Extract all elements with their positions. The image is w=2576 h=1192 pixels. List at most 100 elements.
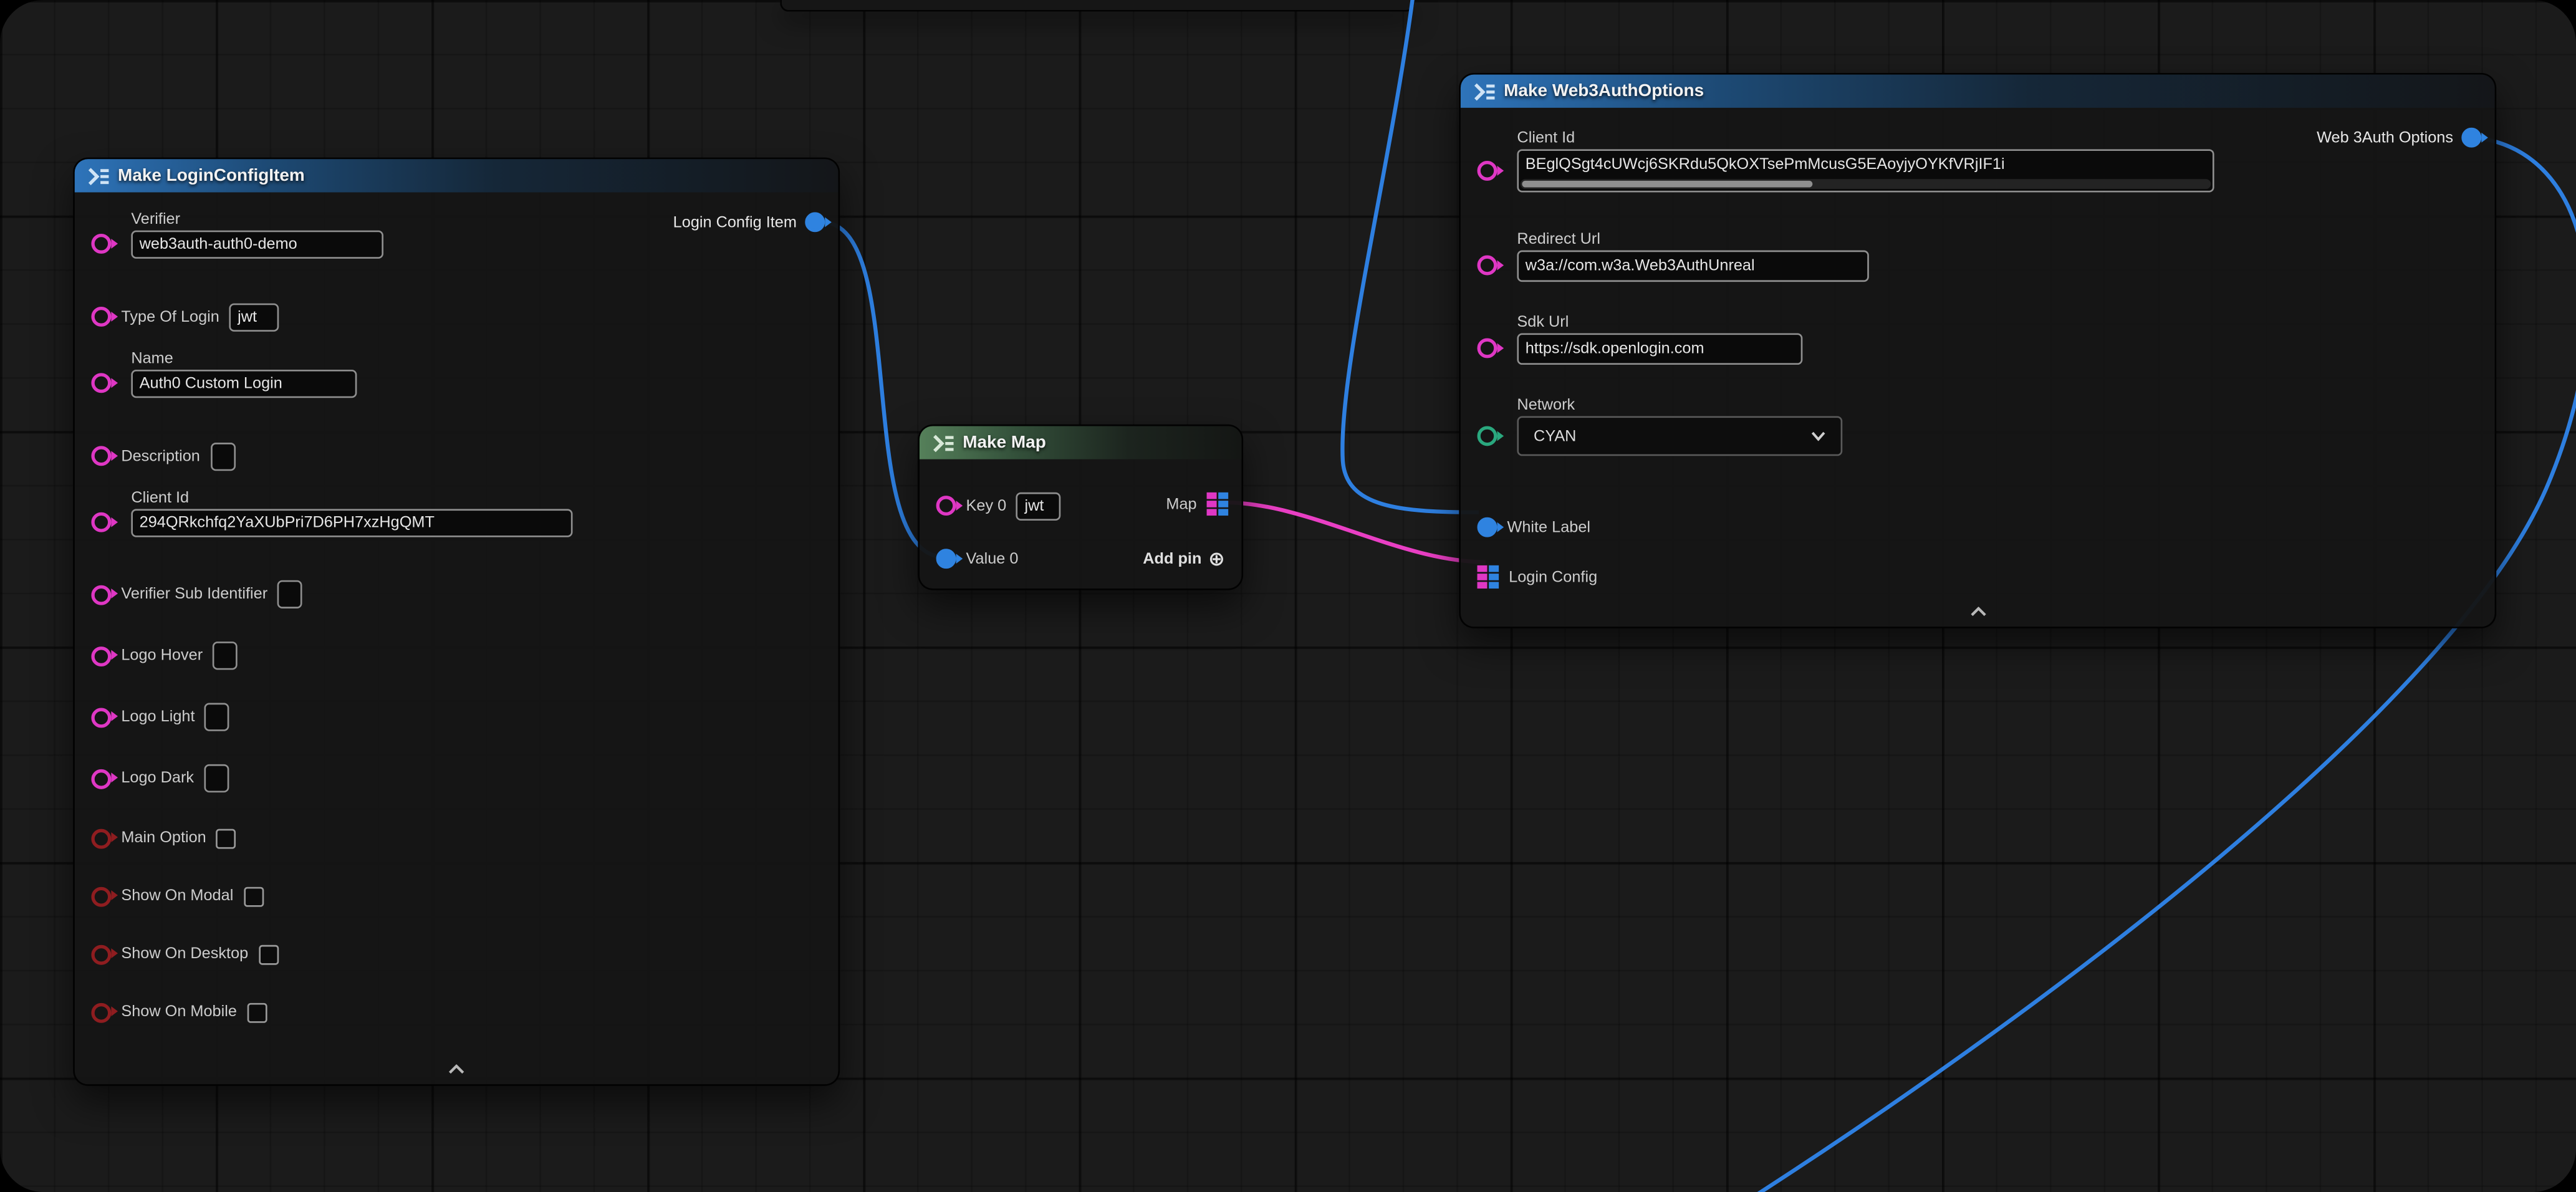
pin-label: Type Of Login — [121, 307, 219, 325]
make-struct-icon — [88, 166, 110, 185]
pin-row-show-on-modal: Show On Modal — [75, 867, 839, 925]
show-on-desktop-checkbox[interactable] — [258, 944, 278, 964]
blueprint-graph-canvas[interactable]: Make LoginConfigItem Login Config Item V… — [0, 0, 2576, 1192]
pin-description[interactable] — [91, 446, 111, 466]
network-dropdown[interactable]: CYAN — [1517, 416, 1842, 456]
redirect-url-input[interactable] — [1517, 251, 1868, 282]
pin-type-of-login[interactable] — [91, 307, 111, 327]
node-header-make-map[interactable]: Make Map — [920, 426, 1242, 459]
pin-row-client-id: Client Id — [75, 488, 839, 564]
pin-row-client-id: Client Id — [1461, 128, 2495, 229]
main-option-checkbox[interactable] — [216, 828, 236, 848]
pin-label: Name — [131, 348, 822, 370]
pin-white-label[interactable] — [1478, 517, 1497, 537]
chevron-up-icon — [1969, 607, 1986, 617]
pin-show-on-desktop[interactable] — [91, 944, 111, 964]
pin-logo-light[interactable] — [91, 707, 111, 727]
pin-verifier[interactable] — [91, 234, 111, 254]
sdk-url-input[interactable] — [1517, 334, 1802, 365]
add-pin-button[interactable]: Add pin ⊕ — [1143, 549, 1225, 569]
collapse-chevron-button[interactable] — [1956, 602, 1999, 622]
pin-label: Login Config — [1509, 568, 1597, 586]
pin-row-login-config: Login Config — [1461, 555, 2495, 598]
node-title: Make Web3AuthOptions — [1504, 81, 1704, 101]
scrollbar-thumb[interactable] — [1522, 181, 1812, 188]
offscreen-node-edge — [780, 0, 1414, 12]
node-body: Client Id Redirect Url Sdk Url — [1461, 108, 2495, 598]
chevron-up-icon — [448, 1064, 465, 1074]
node-header-make-web3authoptions[interactable]: Make Web3AuthOptions — [1461, 75, 2495, 108]
show-on-mobile-checkbox[interactable] — [247, 1002, 267, 1022]
show-on-modal-checkbox[interactable] — [243, 886, 263, 906]
node-make-web3authoptions[interactable]: Make Web3AuthOptions Web 3Auth Options C… — [1459, 73, 2496, 628]
key0-input[interactable] — [1016, 491, 1061, 519]
pin-row-logo-hover: Logo Hover — [75, 625, 839, 686]
pin-network[interactable] — [1478, 426, 1497, 446]
node-make-loginconfigitem[interactable]: Make LoginConfigItem Login Config Item V… — [73, 158, 840, 1086]
pin-show-on-modal[interactable] — [91, 886, 111, 906]
pin-label: Verifier Sub Identifier — [121, 585, 267, 603]
pin-label: Show On Modal — [121, 887, 233, 905]
pin-label: Client Id — [1517, 128, 2478, 150]
pin-label: White Label — [1507, 518, 1590, 536]
pin-name[interactable] — [91, 373, 111, 393]
pin-row-description: Description — [75, 425, 839, 488]
field-scrollbar[interactable] — [1521, 179, 2211, 189]
pin-value0[interactable] — [936, 549, 956, 569]
add-pin-plus-icon: ⊕ — [1208, 549, 1225, 569]
pin-label: Description — [121, 447, 200, 465]
pin-row-verifier: Verifier — [75, 209, 839, 285]
pin-client-id[interactable] — [91, 512, 111, 532]
pin-label: Logo Light — [121, 708, 195, 726]
name-input[interactable] — [131, 370, 357, 398]
logo-light-input[interactable] — [204, 703, 229, 731]
pin-login-config[interactable] — [1478, 565, 1499, 589]
pin-logo-hover[interactable] — [91, 646, 111, 666]
pin-label: Verifier — [131, 209, 822, 231]
pin-row-name: Name — [75, 348, 839, 424]
node-title: Make LoginConfigItem — [118, 166, 305, 186]
pin-main-option[interactable] — [91, 828, 111, 848]
pin-row-show-on-desktop: Show On Desktop — [75, 925, 839, 983]
add-pin-label: Add pin — [1143, 550, 1201, 568]
chevron-down-icon — [1811, 431, 1826, 441]
pin-client-id[interactable] — [1478, 161, 1497, 181]
blueprint-editor-screenshot: Make LoginConfigItem Login Config Item V… — [0, 0, 2576, 1192]
client-id-input[interactable] — [131, 509, 572, 537]
pin-row-white-label: White Label — [1461, 506, 2495, 549]
make-map-icon — [933, 433, 954, 451]
pin-verifier-sub-identifier[interactable] — [91, 584, 111, 604]
pin-row-verifier-sub-identifier: Verifier Sub Identifier — [75, 564, 839, 625]
verifier-sub-identifier-input[interactable] — [277, 580, 302, 608]
node-header-make-loginconfigitem[interactable]: Make LoginConfigItem — [75, 159, 839, 192]
pin-label: Sdk Url — [1517, 312, 2478, 334]
logo-hover-input[interactable] — [213, 642, 238, 670]
pin-redirect-url[interactable] — [1478, 256, 1497, 276]
wire-map-to-login-config[interactable] — [1223, 502, 1486, 562]
pin-logo-dark[interactable] — [91, 769, 111, 789]
description-input[interactable] — [210, 442, 235, 470]
network-dropdown-value: CYAN — [1534, 427, 1576, 445]
client-id-input[interactable] — [1519, 151, 2213, 178]
pin-row-show-on-mobile: Show On Mobile — [75, 983, 839, 1041]
pin-row-type-of-login: Type Of Login — [75, 285, 839, 348]
verifier-input[interactable] — [131, 231, 383, 259]
client-id-field[interactable] — [1517, 149, 2214, 192]
pin-label: Client Id — [131, 488, 822, 509]
pin-row-sdk-url: Sdk Url — [1461, 312, 2495, 395]
pin-row-logo-dark: Logo Dark — [75, 747, 839, 809]
pin-label: Main Option — [121, 829, 206, 847]
node-make-map[interactable]: Make Map Key 0 Value 0 Map Add pin ⊕ — [918, 425, 1243, 590]
node-body: Verifier Type Of Login Name Description — [75, 192, 839, 1041]
collapse-chevron-button[interactable] — [435, 1059, 478, 1079]
pin-label: Logo Dark — [121, 769, 194, 787]
pin-sdk-url[interactable] — [1478, 338, 1497, 358]
pin-label: Redirect Url — [1517, 229, 2478, 251]
pin-show-on-mobile[interactable] — [91, 1002, 111, 1022]
pin-key0[interactable] — [936, 496, 956, 516]
pin-row-logo-light: Logo Light — [75, 686, 839, 747]
logo-dark-input[interactable] — [204, 764, 229, 792]
pin-map-output[interactable] — [1207, 493, 1229, 516]
type-of-login-input[interactable] — [229, 302, 279, 330]
pin-row-redirect-url: Redirect Url — [1461, 229, 2495, 312]
